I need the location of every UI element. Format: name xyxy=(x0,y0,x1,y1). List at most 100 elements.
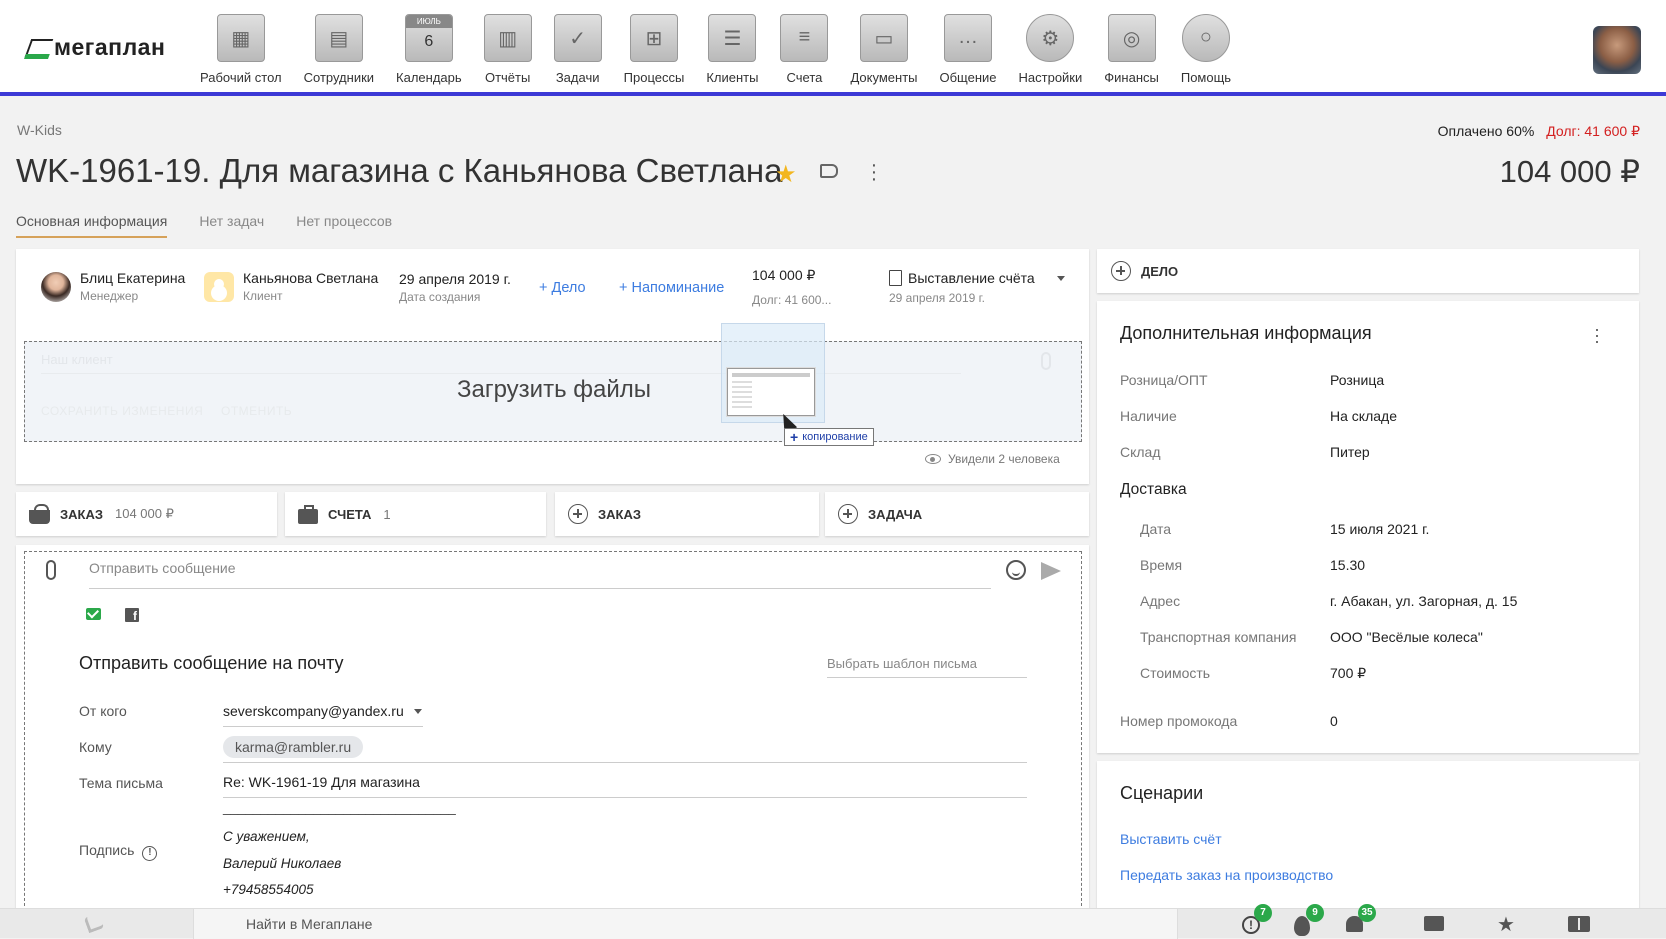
email-channel-icon[interactable] xyxy=(86,608,101,620)
phone-icon[interactable] xyxy=(83,912,105,934)
field-label: Время xyxy=(1140,557,1183,573)
subject-value[interactable]: Re: WK-1961-19 Для магазина xyxy=(223,774,420,790)
promo-value[interactable]: 0 xyxy=(1330,713,1338,729)
manager-avatar xyxy=(41,271,71,302)
file-drop-zone[interactable]: Наш клиент СОХРАНИТЬ ИЗМЕНЕНИЯ ОТМЕНИТЬ … xyxy=(24,341,1082,442)
chat-button[interactable] xyxy=(1424,916,1444,934)
invoices-button[interactable]: СЧЕТА 1 xyxy=(285,492,546,536)
bottom-bar: Найти в Мегаплане ! 7 9 35 ★ xyxy=(0,904,1666,939)
tab-processes[interactable]: Нет процессов xyxy=(296,213,392,238)
subject-field xyxy=(223,797,1027,798)
nav-label: Отчёты xyxy=(484,70,531,85)
nav-item-reports[interactable]: ▥ Отчёты xyxy=(483,14,532,85)
add-task-button[interactable]: ЗАДАЧА xyxy=(825,492,1089,536)
knowledge-base-button[interactable] xyxy=(1568,916,1590,934)
add-case-button[interactable]: + Дело xyxy=(539,280,586,296)
ghost-cancel-button: ОТМЕНИТЬ xyxy=(221,404,293,418)
nav-item-calendar[interactable]: ИЮЛЬ 6 Календарь xyxy=(396,14,462,85)
recipient-chip[interactable]: karma@rambler.ru xyxy=(223,736,364,758)
add-circle-icon xyxy=(1111,261,1131,281)
scenario-link[interactable]: Выставить счёт xyxy=(1120,831,1222,847)
send-icon[interactable] xyxy=(1041,562,1061,580)
info-icon[interactable]: ! xyxy=(142,846,158,861)
field-value[interactable]: Питер xyxy=(1330,444,1370,460)
client-name: Каньянова Светлана xyxy=(243,270,379,286)
field-value[interactable]: Розница xyxy=(1330,372,1384,388)
nav-label: Документы xyxy=(850,70,918,85)
documents-icon: ▭ xyxy=(859,14,908,62)
field-value[interactable]: 700 ₽ xyxy=(1330,665,1366,682)
manager[interactable]: Блиц Екатерина Менеджер xyxy=(41,270,185,303)
logo-icon xyxy=(24,38,54,57)
attach-paperclip-icon[interactable] xyxy=(46,560,56,580)
to-field[interactable] xyxy=(223,762,1027,763)
field-label: Розница/ОПТ xyxy=(1120,372,1208,388)
field-value[interactable]: На складе xyxy=(1330,408,1397,424)
more-menu-icon[interactable]: · · · xyxy=(870,155,878,189)
created-date-value: 29 апреля 2019 г. xyxy=(399,271,511,287)
signature-line[interactable]: Валерий Николаев xyxy=(223,856,341,871)
favorites-button[interactable]: ★ xyxy=(1497,915,1517,935)
field-value[interactable]: г. Абакан, ул. Загорная, д. 15 xyxy=(1330,593,1517,609)
status-value: Выставление счёта xyxy=(908,270,1035,286)
scenario-link[interactable]: Передать заказ на производство xyxy=(1120,867,1333,883)
tab-main-info[interactable]: Основная информация xyxy=(16,213,168,238)
nav-item-settings[interactable]: ⚙ Настройки xyxy=(1019,14,1082,85)
calendar-icon: ИЮЛЬ 6 xyxy=(404,14,453,62)
more-menu-icon[interactable]: · · · xyxy=(1594,320,1600,350)
warnings-button[interactable]: ! 7 xyxy=(1242,904,1272,934)
facebook-icon[interactable]: f xyxy=(125,608,139,623)
order-button[interactable]: ЗАКАЗ 104 000 ₽ xyxy=(16,492,277,536)
client[interactable]: Каньянова Светлана Клиент xyxy=(204,270,378,303)
invoices-label: СЧЕТА xyxy=(328,506,372,522)
from-select[interactable]: severskcompany@yandex.ru xyxy=(223,703,423,727)
nav-item-finance[interactable]: ◎ Финансы xyxy=(1104,14,1159,85)
deal-status[interactable]: Выставление счёта 29 апреля 2019 г. xyxy=(889,270,1065,305)
global-search-input[interactable]: Найти в Мегаплане xyxy=(193,909,1178,939)
signature-line[interactable]: С уважением, xyxy=(223,829,310,844)
delivery-heading: Доставка xyxy=(1120,481,1187,498)
nav-item-invoices[interactable]: ≡ Счета xyxy=(780,14,829,85)
logo[interactable]: мегаплан xyxy=(24,34,165,61)
manager-name: Блиц Екатерина xyxy=(80,270,186,286)
message-input[interactable]: Отправить сообщение xyxy=(89,560,991,589)
copy-tooltip-text: копирование xyxy=(802,431,868,443)
seen-by-text: Увидели 2 человека xyxy=(948,452,1060,466)
signature-line[interactable]: +79458554005 xyxy=(223,882,313,897)
calendar-month: ИЮЛЬ xyxy=(405,15,452,28)
add-case-card[interactable]: ДЕЛО xyxy=(1097,249,1639,293)
field-label: Транспортная компания xyxy=(1140,629,1297,645)
nav-item-clients[interactable]: ☰ Клиенты xyxy=(706,14,758,85)
seen-by[interactable]: Увидели 2 человека xyxy=(925,452,1060,466)
nav-label: Процессы xyxy=(623,70,685,85)
copy-tooltip: + копирование xyxy=(784,428,874,446)
breadcrumb[interactable]: W-Kids xyxy=(17,122,62,138)
nav-item-desktop[interactable]: ▦ Рабочий стол xyxy=(200,14,282,85)
nav-item-processes[interactable]: ⊞ Процессы xyxy=(623,14,685,85)
nav-item-help[interactable]: ○ Помощь xyxy=(1181,14,1231,85)
add-order-button[interactable]: ЗАКАЗ xyxy=(555,492,819,536)
nav-label: Задачи xyxy=(555,70,600,85)
template-select[interactable]: Выбрать шаблон письма xyxy=(827,656,1027,678)
notifications-button[interactable]: 35 xyxy=(1346,904,1376,934)
book-icon xyxy=(1568,916,1590,932)
emoji-icon[interactable] xyxy=(1006,560,1026,580)
signature-label-text: Подпись xyxy=(79,842,135,858)
nav-item-documents[interactable]: ▭ Документы xyxy=(850,14,918,85)
user-avatar[interactable] xyxy=(1593,26,1641,74)
client-role: Клиент xyxy=(243,289,283,303)
tag-icon[interactable] xyxy=(820,164,838,178)
nav-item-tasks[interactable]: ✓ Задачи xyxy=(553,14,602,85)
created-date: 29 апреля 2019 г. Дата создания xyxy=(399,271,511,304)
nav-item-communication[interactable]: … Общение xyxy=(940,14,997,85)
favorite-star-icon[interactable]: ★ xyxy=(775,160,797,189)
field-value[interactable]: 15.30 xyxy=(1330,557,1365,573)
paperclip-icon xyxy=(1041,352,1051,370)
tab-tasks[interactable]: Нет задач xyxy=(199,213,264,238)
field-value[interactable]: ООО "Весёлые колеса" xyxy=(1330,629,1483,645)
nav-item-employees[interactable]: ▤ Сотрудники xyxy=(304,14,374,85)
field-value[interactable]: 15 июля 2021 г. xyxy=(1330,521,1429,537)
finance-icon: ◎ xyxy=(1107,14,1156,62)
add-reminder-button[interactable]: + Напоминание xyxy=(619,280,724,296)
hot-button[interactable]: 9 xyxy=(1294,904,1324,936)
